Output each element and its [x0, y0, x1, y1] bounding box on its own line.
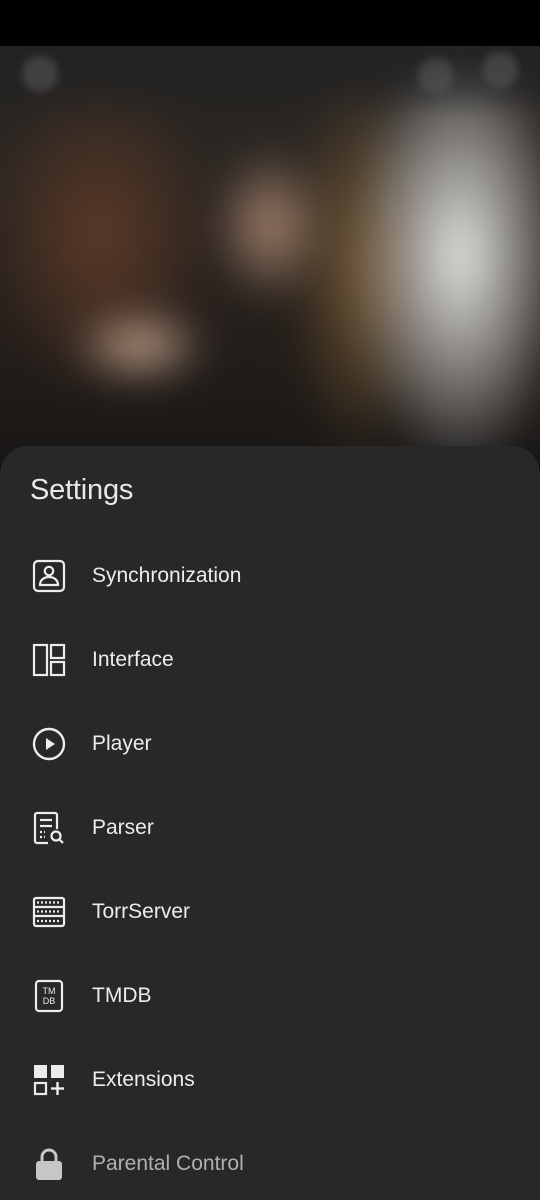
menu-item-parser[interactable]: Parser: [0, 786, 540, 870]
menu-item-label: Extensions: [92, 1068, 195, 1091]
menu-item-torrserver[interactable]: TorrServer: [0, 870, 540, 954]
sheet-title: Settings: [30, 474, 134, 506]
tmdb-icon: TM DB: [30, 977, 68, 1015]
menu-item-extensions[interactable]: Extensions: [0, 1038, 540, 1122]
menu-button-blurred: [22, 56, 58, 92]
layout-icon: [30, 641, 68, 679]
menu-item-label: TMDB: [92, 984, 152, 1007]
status-bar: [0, 0, 540, 46]
top-shade: [0, 46, 540, 116]
settings-bottom-sheet: Settings Synchronization Interface Playe…: [0, 446, 540, 1200]
extensions-icon: [30, 1061, 68, 1099]
more-button-blurred: [482, 52, 518, 88]
blurred-background-poster: [0, 46, 540, 466]
menu-item-tmdb[interactable]: TM DB TMDB: [0, 954, 540, 1038]
menu-item-label: Parser: [92, 816, 154, 839]
menu-item-player[interactable]: Player: [0, 702, 540, 786]
lock-icon: [30, 1145, 68, 1183]
play-circle-icon: [30, 725, 68, 763]
tmdb-icon-text-bottom: DB: [43, 996, 56, 1006]
menu-item-label: Interface: [92, 648, 174, 671]
menu-item-label: Synchronization: [92, 564, 242, 587]
user-badge-icon: [30, 557, 68, 595]
document-search-icon: [30, 809, 68, 847]
screen: Settings Synchronization Interface Playe…: [0, 0, 540, 1200]
menu-item-label: TorrServer: [92, 900, 191, 923]
menu-item-label: Parental Control: [92, 1152, 244, 1175]
search-button-blurred: [418, 58, 454, 94]
menu-item-synchronization[interactable]: Synchronization: [0, 534, 540, 618]
menu-item-interface[interactable]: Interface: [0, 618, 540, 702]
server-icon: [30, 893, 68, 931]
menu-item-label: Player: [92, 732, 152, 755]
menu-item-parental-control[interactable]: Parental Control: [0, 1122, 540, 1200]
tmdb-icon-text-top: TM: [43, 986, 56, 996]
settings-menu: Synchronization Interface Player Parser …: [0, 534, 540, 1200]
